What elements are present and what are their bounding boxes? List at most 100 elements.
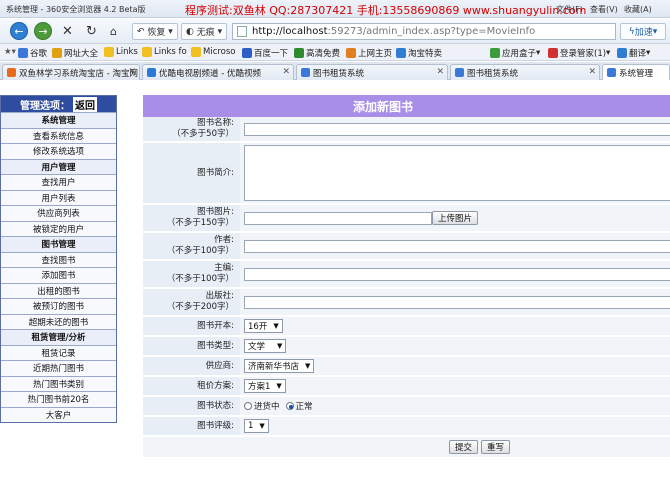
- bookmark-hd-free[interactable]: 高清免费: [294, 47, 340, 59]
- selected-value: 方案1: [248, 382, 271, 392]
- field-note: （不多于100字）: [166, 274, 234, 284]
- radio-button-selected[interactable]: [285, 402, 294, 410]
- url-host: http://localhost: [252, 26, 328, 37]
- field-label: 图书简介:: [197, 167, 234, 178]
- status-option-normal[interactable]: 正常: [285, 400, 313, 412]
- field-note: （不多于50字）: [172, 129, 234, 139]
- status-option-purchasing[interactable]: 进货中: [244, 400, 280, 412]
- sidebar-item[interactable]: 被预订的图书: [1, 298, 116, 314]
- sidebar-group-header: 系统管理: [1, 112, 116, 128]
- sidebar-item[interactable]: 查看系统信息: [1, 127, 116, 143]
- upload-image-button[interactable]: 上传图片: [432, 211, 479, 225]
- tab-bar: 双鱼林学习系统淘宝店 - 淘宝网 ✕ 优酷电视剧频道 - 优酷视频 ✕ 图书租赁系统…: [0, 62, 670, 80]
- tab-taobao[interactable]: 双鱼林学习系统淘宝店 - 淘宝网 ✕: [2, 64, 140, 80]
- bookmark-label: Links fo: [154, 47, 187, 57]
- reset-button[interactable]: 重写: [481, 440, 511, 454]
- url-path: :59273/admin_index.asp?type=MovieInfo: [327, 26, 536, 37]
- bookmark-taobao-sale[interactable]: 淘宝特卖: [396, 47, 442, 59]
- field-label: 主编:: [214, 263, 234, 273]
- refresh-button[interactable]: ↻: [86, 23, 97, 40]
- submit-button[interactable]: 提交: [449, 440, 479, 454]
- bookmark-login-manager[interactable]: 登录管家(1) ▾: [548, 47, 610, 59]
- editor-input[interactable]: [244, 267, 670, 281]
- address-bar[interactable]: http://localhost:59273/admin_index.asp?t…: [232, 23, 616, 40]
- tab-youku[interactable]: 优酷电视剧频道 - 优酷视频 ✕: [142, 64, 294, 80]
- return-link[interactable]: 返回: [73, 96, 97, 112]
- book-format-select[interactable]: 16开 ▼: [244, 319, 283, 333]
- speedup-button[interactable]: ϟ 加速 ▾: [620, 23, 666, 40]
- rent-plan-select[interactable]: 方案1 ▼: [244, 379, 286, 393]
- book-image-path-input[interactable]: [244, 211, 432, 225]
- sidebar-item[interactable]: 热门图书类别: [1, 375, 116, 391]
- bookmark-links-for[interactable]: Links fo: [142, 47, 187, 57]
- bookmark-google[interactable]: 谷歌: [18, 47, 47, 59]
- forward-button[interactable]: →: [34, 22, 52, 40]
- sidebar-item[interactable]: 查找用户: [1, 174, 116, 190]
- book-rating-select[interactable]: 1 ▼: [244, 419, 269, 433]
- menu-file[interactable]: 文件(F): [556, 4, 583, 15]
- tab-system-admin[interactable]: 系统管理: [602, 64, 670, 80]
- close-tab-icon[interactable]: ✕: [128, 67, 136, 77]
- bookmark-microsoft[interactable]: Microso: [191, 47, 236, 57]
- stop-button[interactable]: ✕: [62, 23, 73, 40]
- folder-icon: [104, 47, 114, 57]
- row-book-type: 图书类型: 文学 ▼: [143, 337, 670, 357]
- incognito-button[interactable]: ◐ 无痕 ▾: [181, 23, 228, 40]
- folder-icon: [142, 47, 152, 57]
- book-type-select[interactable]: 文学 ▼: [244, 339, 287, 353]
- bookmark-app-box[interactable]: 应用盒子 ▾: [490, 47, 540, 59]
- sidebar-item[interactable]: 出租的图书: [1, 282, 116, 298]
- sidebar-item[interactable]: 近期热门图书: [1, 360, 116, 376]
- sidebar-item[interactable]: 租赁记录: [1, 344, 116, 360]
- tab-book-rental-2[interactable]: 图书租赁系统 ✕: [450, 64, 600, 80]
- forward-arrow-icon: →: [38, 24, 48, 38]
- field-label: 图书图片:: [197, 207, 234, 217]
- sidebar-item[interactable]: 用户列表: [1, 189, 116, 205]
- supplier-select[interactable]: 济南新华书店 ▼: [244, 359, 315, 373]
- form-title: 添加新图书: [143, 95, 670, 117]
- field-label: 出版社:: [205, 291, 234, 301]
- tab-label: 图书租赁系统: [313, 68, 365, 79]
- speedup-label: 加速: [634, 28, 653, 38]
- app-icon: [490, 48, 500, 58]
- close-tab-icon[interactable]: ✕: [436, 67, 444, 77]
- author-input[interactable]: [244, 239, 670, 253]
- back-button[interactable]: ←: [10, 22, 28, 40]
- taobao-icon: [7, 68, 16, 77]
- bookmark-homepage[interactable]: 上网主页: [346, 47, 392, 59]
- favorites-star-icon: ★▾: [4, 47, 16, 57]
- close-tab-icon[interactable]: ✕: [588, 67, 596, 77]
- book-intro-textarea[interactable]: [244, 145, 670, 201]
- bookmark-url-directory[interactable]: 网址大全: [52, 47, 98, 59]
- sidebar-item[interactable]: 添加图书: [1, 267, 116, 283]
- radio-button[interactable]: [244, 402, 252, 410]
- sidebar-item[interactable]: 被锁定的用户: [1, 220, 116, 236]
- menu-view[interactable]: 查看(V): [590, 4, 618, 15]
- sidebar-item[interactable]: 大客户: [1, 406, 116, 422]
- close-tab-icon[interactable]: ✕: [282, 67, 290, 77]
- browser-titlebar: 系统管理 - 360安全浏览器 4.2 Beta版 程序测试:双鱼林 QQ:28…: [0, 0, 670, 18]
- sidebar-item[interactable]: 查找图书: [1, 251, 116, 267]
- bookmark-links[interactable]: Links: [104, 47, 138, 57]
- bookmark-translate[interactable]: 翻译 ▾: [617, 47, 650, 59]
- sidebar-item[interactable]: 热门图书前20名: [1, 391, 116, 407]
- field-note: （不多于100字）: [166, 246, 234, 256]
- bookmark-baidu[interactable]: 百度一下: [242, 47, 288, 59]
- menu-favorites[interactable]: 收藏(A): [624, 4, 652, 15]
- bookmarks-bar: ★▾ 谷歌 网址大全 Links Links fo Microso 百度一下 高…: [0, 44, 670, 61]
- restore-button[interactable]: ↶ 恢复 ▾: [132, 23, 178, 40]
- publisher-input[interactable]: [244, 295, 670, 309]
- bookmark-label: Microso: [203, 47, 236, 57]
- chevron-down-icon: ▼: [276, 382, 282, 390]
- sidebar-item[interactable]: 供应商列表: [1, 205, 116, 221]
- field-label: 图书类型:: [197, 340, 234, 351]
- sidebar-item[interactable]: 修改系统选项: [1, 143, 116, 159]
- tab-label: 图书租赁系统: [467, 68, 519, 79]
- selected-value: 济南新华书店: [248, 362, 300, 372]
- tab-book-rental-1[interactable]: 图书租赁系统 ✕: [296, 64, 448, 80]
- home-button[interactable]: ⌂: [110, 23, 117, 40]
- sidebar-item[interactable]: 超期未还的图书: [1, 313, 116, 329]
- book-name-input[interactable]: [244, 122, 670, 136]
- field-note: （不多于200字）: [166, 302, 234, 312]
- row-book-format: 图书开本: 16开 ▼: [143, 317, 670, 337]
